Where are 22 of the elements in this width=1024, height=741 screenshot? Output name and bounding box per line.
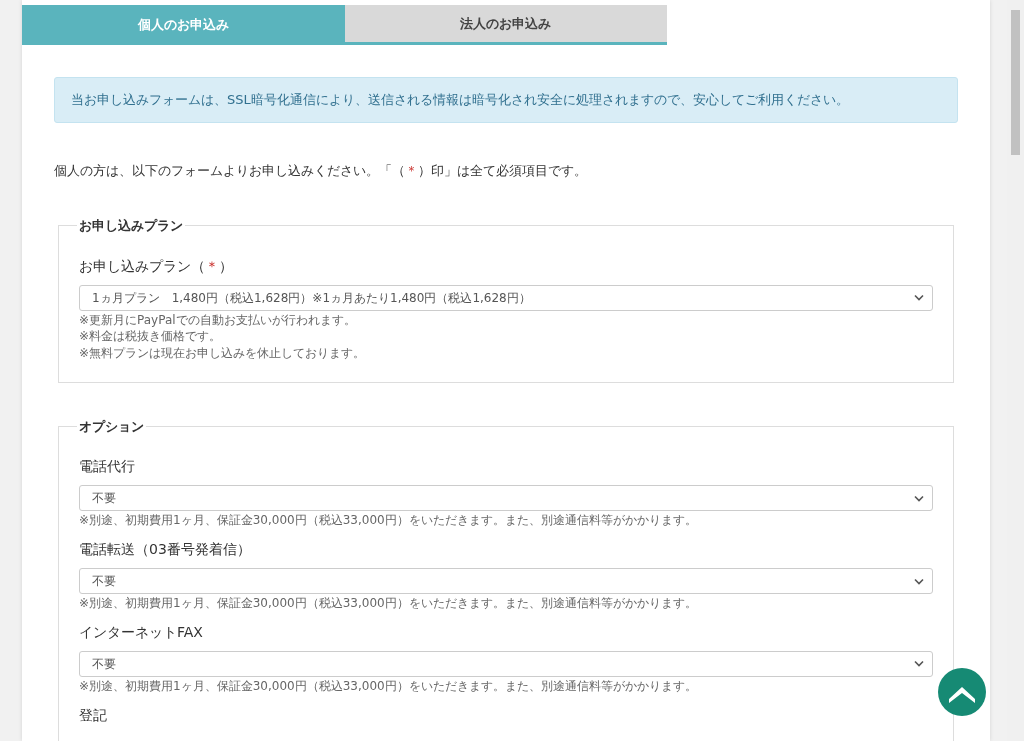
- chevron-down-icon: [914, 294, 924, 301]
- security-notice: 当お申し込みフォームは、SSL暗号化通信により、送信される情報は暗号化され安全に処理されますので、安心してご利用ください。: [54, 77, 958, 123]
- field-label: 電話代行: [79, 457, 136, 477]
- field-label: 電話転送（03番号発着信）: [79, 540, 252, 560]
- field-note: ※別途、初期費用1ヶ月、保証金30,000円（税込33,000円）をいただきます。また、別途通信料等がかかります。: [79, 595, 698, 612]
- field-note: ※別途、初期費用1ヶ月、保証金30,000円（税込33,000円）をいただきます。また、別途通信料等がかかります。: [79, 678, 698, 695]
- chevron-down-icon: [914, 577, 924, 585]
- tab[interactable]: 法人のお申込み: [344, 5, 667, 45]
- section-legend: オプション: [77, 416, 146, 437]
- select-field[interactable]: 1ヵ月プラン 1,480円（税込1,628円）※1ヵ月あたり1,480円（税込1,628円）: [79, 284, 933, 311]
- section-legend: お申し込みプラン: [77, 216, 185, 236]
- select-field[interactable]: 不要: [79, 485, 933, 512]
- select-field[interactable]: 不要: [79, 651, 933, 677]
- chevron-down-icon: [914, 660, 924, 668]
- field-label: お申し込みプラン（＊）: [79, 256, 234, 276]
- field-label: インターネットFAX: [79, 623, 204, 642]
- intro-text: 個人の方は、以下のフォームよりお申し込みください。「（＊）印」は全て必須項目です。: [54, 161, 588, 180]
- field-label: 登記: [79, 705, 108, 725]
- field-note: ※更新月にPayPalでの自動お支払いが行われます。 ※料金は税抜き価格です。 ※無料プランは現在お申し込みを休止しております。: [79, 311, 367, 362]
- chevron-down-icon: [914, 494, 924, 502]
- field-note: ※別途、初期費用1ヶ月、保証金30,000円（税込33,000円）をいただきます。また、別途通信料等がかかります。: [79, 512, 698, 530]
- select-field[interactable]: 不要: [79, 568, 933, 595]
